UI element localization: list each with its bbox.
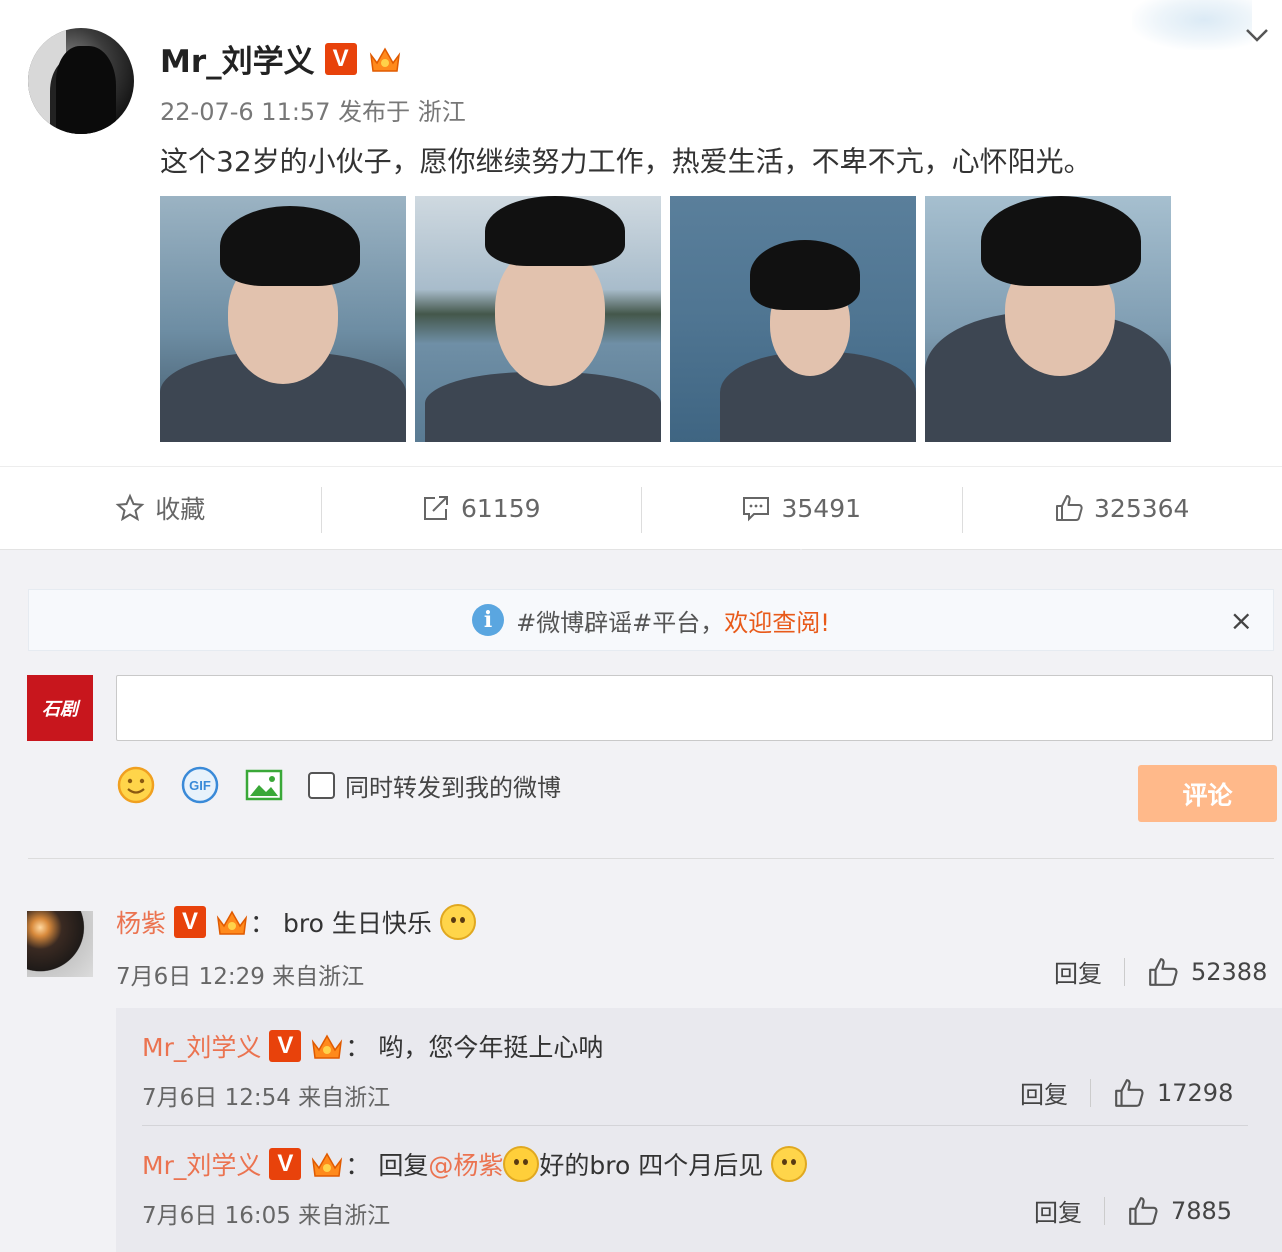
post-photo-3[interactable] — [670, 196, 916, 442]
thumb-up-icon — [1056, 495, 1083, 521]
reply-meta: 7月6日 12:54 来自浙江 — [142, 1085, 391, 1111]
star-icon — [115, 493, 145, 522]
repost-icon — [423, 496, 448, 520]
reply-actions: 回复 7885 — [1034, 1193, 1232, 1228]
reply-meta: 7月6日 16:05 来自浙江 — [142, 1203, 391, 1229]
commenter-avatar[interactable] — [27, 911, 93, 977]
like-button[interactable]: 325364 — [961, 467, 1282, 549]
favorite-button[interactable]: 收藏 — [0, 467, 321, 549]
repost-checkbox-label: 同时转发到我的微博 — [345, 773, 561, 802]
photo-grid — [160, 196, 1171, 442]
reply-button[interactable]: 回复 — [1034, 1193, 1082, 1228]
laugh-cry-emoji-icon — [503, 1146, 540, 1182]
notice-text: #微博辟谣#平台， — [516, 608, 725, 637]
smiley-icon[interactable] — [116, 765, 156, 805]
comment-text: bro 生日快乐 — [283, 909, 432, 938]
post-text: 这个32岁的小伙子，愿你继续努力工作，热爱生活，不卑不亢，心怀阳光。 — [160, 145, 1092, 178]
comment-user[interactable]: 杨紫 — [116, 904, 166, 940]
crown-icon — [312, 1034, 343, 1059]
comment-panel: i #微博辟谣#平台， 欢迎查阅! × 石剧 GIF 同时转发到我的微博 评论 杨… — [0, 550, 1282, 1252]
verified-badge: V — [269, 1030, 302, 1062]
composer-tools: GIF 同时转发到我的微博 — [116, 765, 561, 805]
comment-count: 35491 — [781, 493, 862, 523]
close-icon[interactable]: × — [1230, 604, 1253, 637]
author-name[interactable]: Mr_刘学义 — [160, 36, 315, 81]
crown-icon — [369, 46, 400, 72]
reply-divider — [142, 1125, 1248, 1126]
chevron-down-icon[interactable] — [1242, 20, 1272, 50]
repost-checkbox-wrap[interactable]: 同时转发到我的微博 — [308, 768, 561, 803]
reply-user[interactable]: Mr_刘学义 — [142, 1028, 261, 1064]
reply-list: Mr_刘学义 V ： 哟，您今年挺上心呐 7月6日 12:54 来自浙江 回复 … — [116, 1008, 1282, 1252]
repost-count: 61159 — [460, 493, 541, 523]
verified-badge: V — [269, 1148, 302, 1180]
reply-text: 哟，您今年挺上心呐 — [378, 1033, 604, 1062]
repost-button[interactable]: 61159 — [320, 467, 642, 549]
comment-meta: 7月6日 12:29 来自浙江 — [116, 964, 365, 990]
thumb-up-icon[interactable] — [1113, 1077, 1145, 1109]
reply-colon: ： — [345, 1033, 371, 1062]
author-avatar[interactable] — [28, 28, 134, 134]
post-action-bar: 收藏 61159 35491 325364 — [0, 466, 1282, 558]
crown-icon — [312, 1152, 343, 1177]
notice-link[interactable]: 欢迎查阅! — [724, 603, 830, 638]
svg-text:GIF: GIF — [189, 778, 211, 793]
comment-input[interactable] — [116, 675, 1273, 741]
author-line: Mr_刘学义 V — [160, 36, 403, 81]
verified-badge: V — [324, 42, 357, 75]
post-photo-2[interactable] — [415, 196, 661, 442]
comment-like-count: 52388 — [1191, 957, 1268, 986]
thumb-up-icon[interactable] — [1127, 1195, 1159, 1227]
like-count: 325364 — [1094, 493, 1190, 523]
image-icon[interactable] — [244, 765, 284, 805]
repost-checkbox[interactable] — [308, 771, 335, 799]
comment-actions: 回复 52388 — [1054, 954, 1267, 989]
post-photo-4[interactable] — [925, 196, 1171, 442]
reply-text: 好的bro 四个月后见 — [539, 1151, 764, 1180]
post-photo-1[interactable] — [160, 196, 406, 442]
info-icon: i — [472, 604, 505, 636]
weibo-post: Mr_刘学义 V 22-07-6 11:57 发布于 浙江 这个32岁的小伙子，… — [0, 0, 1282, 466]
comment-button[interactable]: 35491 — [641, 467, 962, 558]
corner-decoration — [1132, 0, 1252, 50]
my-avatar[interactable]: 石剧 — [27, 675, 93, 741]
favorite-label: 收藏 — [155, 495, 206, 524]
rumor-notice-bar: i #微博辟谣#平台， 欢迎查阅! × — [28, 589, 1274, 651]
doge-emoji-icon — [439, 904, 476, 940]
divider — [28, 858, 1274, 859]
mention-link[interactable]: @杨紫 — [428, 1146, 503, 1182]
reply-user[interactable]: Mr_刘学义 — [142, 1146, 261, 1182]
doge-emoji-icon — [771, 1146, 808, 1182]
post-meta: 22-07-6 11:57 发布于 浙江 — [160, 98, 466, 126]
reply-like-count: 7885 — [1171, 1196, 1233, 1225]
comment-colon: ： — [250, 909, 276, 938]
reply-line: Mr_刘学义 V ： 回复 @杨紫 好的bro 四个月后见 — [142, 1146, 808, 1182]
reply-line: Mr_刘学义 V ： 哟，您今年挺上心呐 — [142, 1028, 603, 1064]
reply-actions: 回复 17298 — [1020, 1075, 1233, 1110]
reply-colon: ： — [345, 1151, 371, 1180]
submit-comment-button[interactable]: 评论 — [1138, 765, 1277, 822]
reply-like-count: 17298 — [1157, 1078, 1234, 1107]
comment-icon — [743, 497, 770, 522]
reply-prefix: 回复 — [378, 1151, 429, 1180]
reply-button[interactable]: 回复 — [1020, 1075, 1068, 1110]
gif-icon[interactable]: GIF — [180, 765, 220, 805]
crown-icon — [216, 910, 248, 935]
reply-button[interactable]: 回复 — [1054, 954, 1102, 989]
comment-line: 杨紫 V ： bro 生日快乐 — [116, 904, 476, 940]
thumb-up-icon[interactable] — [1147, 956, 1179, 988]
verified-badge: V — [174, 906, 207, 938]
